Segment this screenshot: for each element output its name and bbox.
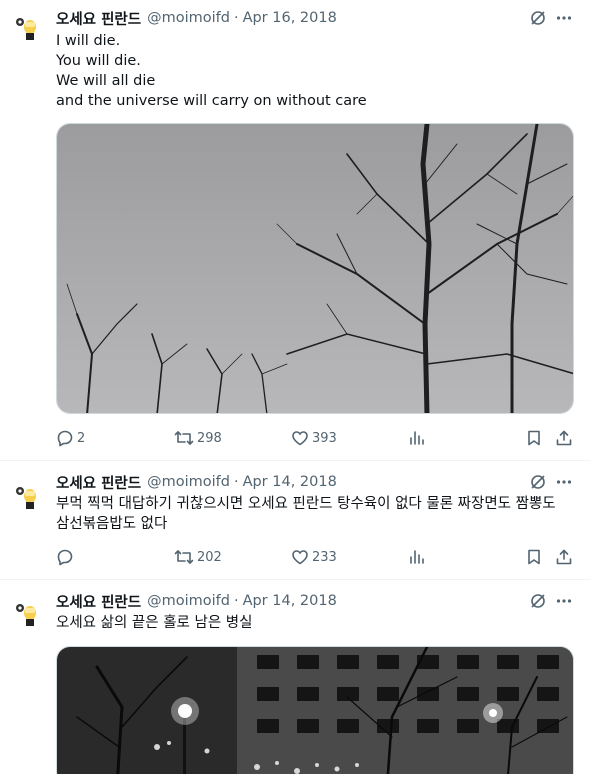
tweet-actions: 202 233 [56, 547, 576, 567]
tweet-text-line: 삼선볶음밥도 없다 [56, 516, 168, 532]
more-icon[interactable] [554, 8, 574, 28]
reply-count: 2 [77, 430, 86, 446]
avatar-icon [16, 487, 36, 509]
bookmark-button[interactable] [525, 428, 543, 448]
separator: · [233, 10, 239, 26]
views-button[interactable] [408, 547, 426, 567]
share-icon [556, 549, 572, 565]
tweet-text-line: 부먹 찍먹 대답하기 귀찮으시면 오세요 핀란드 탕수육이 없다 물론 짜장면도… [56, 496, 556, 512]
repost-button[interactable]: 202 [174, 547, 222, 567]
like-count: 393 [312, 430, 337, 446]
grok-icon[interactable] [528, 8, 548, 28]
like-button[interactable]: 233 [291, 547, 337, 567]
repost-icon [174, 550, 194, 564]
reply-button[interactable] [56, 547, 77, 567]
tweet-date[interactable]: Apr 14, 2018 [243, 593, 337, 609]
author-name[interactable]: 오세요 핀란드 [56, 8, 141, 29]
tweet-text: 부먹 찍먹 대답하기 귀찮으시면 오세요 핀란드 탕수육이 없다 물론 짜장면도… [56, 494, 556, 534]
author-name[interactable]: 오세요 핀란드 [56, 591, 141, 612]
tweet-header: 오세요 핀란드 @moimoifd · Apr 16, 2018 [56, 8, 337, 28]
tweet-text-line: We will all die [56, 73, 156, 89]
tweet[interactable]: 오세요 핀란드 @moimoifd · Apr 16, 2018 I will … [0, 0, 591, 460]
tweet-photo[interactable] [56, 646, 574, 774]
views-button[interactable] [408, 428, 426, 448]
tweet-text-line: and the universe will carry on without c… [56, 93, 367, 109]
tweet-text-line: 오세요 삶의 끝은 홀로 남은 병실 [56, 615, 253, 631]
tweet-header: 오세요 핀란드 @moimoifd · Apr 14, 2018 [56, 472, 337, 492]
repost-button[interactable]: 298 [174, 428, 222, 448]
grok-icon[interactable] [528, 472, 548, 492]
bookmark-icon [528, 430, 540, 446]
photo-bare-trees [57, 124, 573, 413]
tweet-date[interactable]: Apr 14, 2018 [243, 474, 337, 490]
share-icon [556, 430, 572, 446]
tweet-text-line: I will die. [56, 33, 121, 49]
tweet-text: 오세요 삶의 끝은 홀로 남은 병실 [56, 613, 252, 633]
tweet-actions: 2 298 393 [56, 428, 576, 448]
tweet-date[interactable]: Apr 16, 2018 [243, 10, 337, 26]
avatar[interactable] [12, 598, 42, 628]
reply-icon [57, 430, 73, 447]
photo-night-street [57, 647, 573, 774]
reply-button[interactable]: 2 [56, 428, 85, 448]
author-handle[interactable]: @moimoifd [147, 474, 230, 490]
avatar-icon [16, 18, 36, 40]
author-name[interactable]: 오세요 핀란드 [56, 472, 141, 493]
views-icon [410, 550, 424, 564]
separator: · [233, 474, 239, 490]
reply-icon [57, 549, 73, 566]
tweet-photo[interactable] [56, 123, 574, 414]
avatar-icon [16, 604, 36, 626]
like-button[interactable]: 393 [291, 428, 337, 448]
bookmark-icon [528, 549, 540, 565]
tweet[interactable]: 오세요 핀란드 @moimoifd · Apr 14, 2018 오세요 삶의 … [0, 580, 591, 774]
avatar[interactable] [12, 481, 42, 511]
more-icon[interactable] [554, 472, 574, 492]
author-handle[interactable]: @moimoifd [147, 593, 230, 609]
repost-icon [174, 431, 194, 445]
tweet[interactable]: 오세요 핀란드 @moimoifd · Apr 14, 2018 부먹 찍먹 대… [0, 461, 591, 579]
share-button[interactable] [555, 428, 573, 448]
share-button[interactable] [555, 547, 573, 567]
separator: · [233, 593, 239, 609]
views-icon [410, 431, 424, 445]
tweet-header: 오세요 핀란드 @moimoifd · Apr 14, 2018 [56, 591, 337, 611]
like-icon [292, 431, 308, 446]
like-icon [292, 550, 308, 565]
more-icon[interactable] [554, 591, 574, 611]
author-handle[interactable]: @moimoifd [147, 10, 230, 26]
tweet-text-line: You will die. [56, 53, 141, 69]
grok-icon[interactable] [528, 591, 548, 611]
bookmark-button[interactable] [525, 547, 543, 567]
repost-count: 202 [197, 549, 222, 565]
like-count: 233 [312, 549, 337, 565]
repost-count: 298 [197, 430, 222, 446]
tweet-text: I will die. You will die. We will all di… [56, 31, 367, 111]
avatar[interactable] [12, 12, 42, 42]
